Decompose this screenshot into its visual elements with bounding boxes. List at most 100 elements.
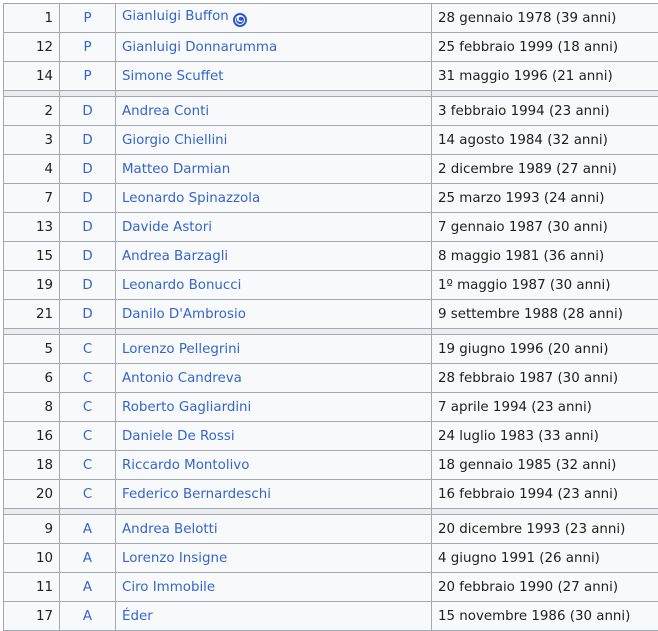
table-row: 8C Roberto Gagliardini 7 aprile 1994 (23 a… <box>4 393 658 422</box>
birth-date: 25 febbraio 1999 (18 anni) <box>432 33 658 62</box>
birth-date: 25 marzo 1993 (24 anni) <box>432 184 658 213</box>
shirt-number: 19 <box>4 271 60 300</box>
birth-date: 28 febbraio 1987 (30 anni) <box>432 364 658 393</box>
birth-date: 31 maggio 1996 (21 anni) <box>432 62 658 91</box>
birth-date: 1º maggio 1987 (30 anni) <box>432 271 658 300</box>
captain-icon[interactable]: C <box>233 13 247 27</box>
player-name-link[interactable]: Antonio Candreva <box>122 371 242 386</box>
squad-table-body: 1PGianluigi BuffonC28 gennaio 1978 (39 a… <box>4 4 658 631</box>
table-row: 3D Giorgio Chiellini 14 agosto 1984 (32 an… <box>4 126 658 155</box>
player-name-cell: Lorenzo Insigne <box>116 544 432 573</box>
player-name-link[interactable]: Andrea Conti <box>122 104 209 119</box>
shirt-number: 4 <box>4 155 60 184</box>
player-name-cell: Antonio Candreva <box>116 364 432 393</box>
shirt-number: 9 <box>4 515 60 544</box>
player-name-link[interactable]: Riccardo Montolivo <box>122 458 249 473</box>
shirt-number: 12 <box>4 33 60 62</box>
player-name-link[interactable]: Lorenzo Insigne <box>122 551 227 566</box>
player-name-cell: Éder <box>116 602 432 631</box>
position-link[interactable]: D <box>60 97 116 126</box>
player-name-cell: Andrea Barzagli <box>116 242 432 271</box>
position-link[interactable]: P <box>60 62 116 91</box>
table-row: 16C Daniele De Rossi 24 luglio 1983 (33 an… <box>4 422 658 451</box>
position-link[interactable]: C <box>60 364 116 393</box>
position-link[interactable]: A <box>60 515 116 544</box>
table-row: 10ALorenzo Insigne4 giugno 1991 (26 anni… <box>4 544 658 573</box>
shirt-number: 3 <box>4 126 60 155</box>
position-link[interactable]: D <box>60 184 116 213</box>
position-link[interactable]: P <box>60 4 116 33</box>
position-link[interactable]: C <box>60 451 116 480</box>
position-link[interactable]: P <box>60 33 116 62</box>
position-link[interactable]: D <box>60 242 116 271</box>
table-row: 1PGianluigi BuffonC28 gennaio 1978 (39 a… <box>4 4 658 33</box>
shirt-number: 15 <box>4 242 60 271</box>
player-name-link[interactable]: Giorgio Chiellini <box>122 133 227 148</box>
player-name-link[interactable]: Davide Astori <box>122 220 212 235</box>
player-name-cell: Davide Astori <box>116 213 432 242</box>
player-name-cell: Lorenzo Pellegrini <box>116 335 432 364</box>
table-row: 13D Davide Astori 7 gennaio 1987 (30 anni) <box>4 213 658 242</box>
player-name-cell: Giorgio Chiellini <box>116 126 432 155</box>
player-name-link[interactable]: Daniele De Rossi <box>122 429 235 444</box>
table-row: 9A Andrea Belotti 20 dicembre 1993 (23 ann… <box>4 515 658 544</box>
table-row: 17A Éder 15 novembre 1986 (30 anni) <box>4 602 658 631</box>
player-name-link[interactable]: Federico Bernardeschi <box>122 487 271 502</box>
captain-badge-label: C <box>236 15 243 25</box>
player-name-link[interactable]: Simone Scuffet <box>122 69 224 84</box>
position-link[interactable]: C <box>60 335 116 364</box>
shirt-number: 11 <box>4 573 60 602</box>
position-link[interactable]: D <box>60 271 116 300</box>
birth-date: 19 giugno 1996 (20 anni) <box>432 335 658 364</box>
birth-date: 7 aprile 1994 (23 anni) <box>432 393 658 422</box>
table-row: 2DAndrea Conti3 febbraio 1994 (23 anni) <box>4 97 658 126</box>
birth-date: 28 gennaio 1978 (39 anni) <box>432 4 658 33</box>
position-link[interactable]: C <box>60 480 116 509</box>
position-link[interactable]: D <box>60 213 116 242</box>
birth-date: 24 luglio 1983 (33 anni) <box>432 422 658 451</box>
player-name-link[interactable]: Lorenzo Pellegrini <box>122 342 240 357</box>
table-row: 7D Leonardo Spinazzola 25 marzo 1993 (24 a… <box>4 184 658 213</box>
player-name-link[interactable]: Gianluigi Buffon <box>122 9 229 24</box>
table-row: 15D Andrea Barzagli 8 maggio 1981 (36 anni… <box>4 242 658 271</box>
player-name-link[interactable]: Roberto Gagliardini <box>122 400 251 415</box>
player-name-link[interactable]: Éder <box>122 609 153 624</box>
table-row: 18CRiccardo Montolivo18 gennaio 1985 (32… <box>4 451 658 480</box>
position-link[interactable]: D <box>60 300 116 329</box>
position-link[interactable]: D <box>60 126 116 155</box>
birth-date: 2 dicembre 1989 (27 anni) <box>432 155 658 184</box>
shirt-number: 8 <box>4 393 60 422</box>
position-link[interactable]: C <box>60 422 116 451</box>
table-row: 21DDanilo D'Ambrosio9 settembre 1988 (28… <box>4 300 658 329</box>
shirt-number: 17 <box>4 602 60 631</box>
position-link[interactable]: C <box>60 393 116 422</box>
position-link[interactable]: A <box>60 544 116 573</box>
player-name-link[interactable]: Leonardo Bonucci <box>122 278 241 293</box>
player-name-cell: Daniele De Rossi <box>116 422 432 451</box>
player-name-link[interactable]: Ciro Immobile <box>122 580 215 595</box>
shirt-number: 13 <box>4 213 60 242</box>
squad-table: 1PGianluigi BuffonC28 gennaio 1978 (39 a… <box>3 3 658 631</box>
player-name-link[interactable]: Leonardo Spinazzola <box>122 191 260 206</box>
birth-date: 20 dicembre 1993 (23 anni) <box>432 515 658 544</box>
player-name-cell: Roberto Gagliardini <box>116 393 432 422</box>
player-name-link[interactable]: Danilo D'Ambrosio <box>122 307 246 322</box>
player-name-link[interactable]: Andrea Barzagli <box>122 249 228 264</box>
shirt-number: 16 <box>4 422 60 451</box>
shirt-number: 10 <box>4 544 60 573</box>
table-row: 5CLorenzo Pellegrini19 giugno 1996 (20 a… <box>4 335 658 364</box>
birth-date: 14 agosto 1984 (32 anni) <box>432 126 658 155</box>
birth-date: 15 novembre 1986 (30 anni) <box>432 602 658 631</box>
position-link[interactable]: D <box>60 155 116 184</box>
player-name-cell: Simone Scuffet <box>116 62 432 91</box>
shirt-number: 7 <box>4 184 60 213</box>
birth-date: 7 gennaio 1987 (30 anni) <box>432 213 658 242</box>
position-link[interactable]: A <box>60 573 116 602</box>
birth-date: 8 maggio 1981 (36 anni) <box>432 242 658 271</box>
player-name-link[interactable]: Andrea Belotti <box>122 522 218 537</box>
birth-date: 9 settembre 1988 (28 anni) <box>432 300 658 329</box>
position-link[interactable]: A <box>60 602 116 631</box>
player-name-link[interactable]: Matteo Darmian <box>122 162 230 177</box>
player-name-cell: Leonardo Bonucci <box>116 271 432 300</box>
player-name-link[interactable]: Gianluigi Donnarumma <box>122 40 277 55</box>
